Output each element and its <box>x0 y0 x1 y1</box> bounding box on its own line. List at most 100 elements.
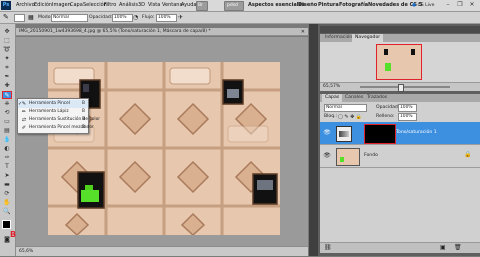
new-layer-icon[interactable]: ▣ <box>440 244 446 252</box>
layer-mask-thumbnail[interactable] <box>364 124 396 144</box>
visibility-eye-icon[interactable]: 👁 <box>323 129 331 137</box>
workspace-essentials[interactable]: Aspectos esenciales <box>248 2 305 9</box>
history-brush-tool-icon[interactable]: ⟲ <box>2 109 12 117</box>
layer-name[interactable]: Tono/saturación 1 <box>396 129 437 136</box>
path-select-tool-icon[interactable]: ➤ <box>2 172 12 180</box>
layers-tabs: Capas Canales Trazados <box>320 94 480 102</box>
flyout-item-pencil[interactable]: ✏ Herramienta Lápiz B <box>18 108 88 116</box>
opacity-input[interactable]: 100% <box>112 14 133 22</box>
layer-row-background[interactable]: 👁 Fondo 🔒 <box>320 145 480 168</box>
navigator-tabs: Información Navegador <box>320 34 480 42</box>
menu-ayuda[interactable]: Ayuda <box>181 2 196 9</box>
zoom-tool-icon[interactable]: 🔍 <box>2 208 12 216</box>
mode-select[interactable]: Normal <box>51 14 88 22</box>
menu-analisis[interactable]: Análisis <box>119 2 138 9</box>
tab-paths[interactable]: Trazados <box>364 94 390 102</box>
menu-edicion[interactable]: Edición <box>34 2 52 9</box>
bridge-button[interactable]: Br <box>196 1 208 11</box>
menu-archivo[interactable]: Archivo <box>16 2 35 9</box>
menu-capa[interactable]: Capa <box>70 2 83 9</box>
mode-label: Modo: <box>38 15 53 20</box>
restore-icon[interactable]: ❐ <box>456 1 464 9</box>
healing-tool-icon[interactable]: ✚ <box>2 82 12 90</box>
thumbnail-green-window <box>340 157 344 162</box>
crop-tool-icon[interactable]: ⌗ <box>2 64 12 72</box>
brush-tools-flyout: ✓ ✎ Herramienta Pincel B ✏ Herramienta L… <box>17 98 100 134</box>
cs-live-button[interactable]: ● CS Live <box>412 2 434 9</box>
lasso-tool-icon[interactable]: ➰ <box>2 46 12 54</box>
workspace-design[interactable]: Diseño <box>298 2 317 9</box>
navigator-thumbnail[interactable] <box>376 44 422 80</box>
flyout-item-brush[interactable]: ✓ ✎ Herramienta Pincel B <box>18 100 88 108</box>
pressure-opacity-icon[interactable]: ◔ <box>133 14 138 21</box>
gradient-tool-icon[interactable]: ▤ <box>2 127 12 135</box>
layer-row-adjustment[interactable]: 👁 Tono/saturación 1 <box>320 122 480 145</box>
brush-panel-icon[interactable]: ▦ <box>28 13 34 22</box>
workspace-photography[interactable]: Fotografía <box>339 2 368 9</box>
eyedropper-tool-icon[interactable]: ✒ <box>2 73 12 81</box>
shape-tool-icon[interactable]: ▬ <box>2 181 12 189</box>
workspace-switcher[interactable]: pdsd <box>224 1 244 11</box>
menu-3d[interactable]: 3D <box>138 2 145 9</box>
layer-name[interactable]: Fondo <box>364 152 378 159</box>
trash-icon[interactable]: 🗑 <box>454 244 462 252</box>
facade-illustration <box>48 62 280 235</box>
cs-live-icon: ● <box>412 3 417 8</box>
workspace-painting[interactable]: Pintura <box>318 2 339 9</box>
close-icon[interactable]: ✕ <box>468 1 476 9</box>
brush-icon: ✎ <box>21 101 27 107</box>
foreground-color-swatch[interactable] <box>2 220 11 229</box>
quick-select-tool-icon[interactable]: ✦ <box>2 55 12 63</box>
zoom-slider-thumb[interactable] <box>398 84 404 92</box>
color-replace-icon: ⇄ <box>21 117 27 123</box>
blend-mode-select[interactable]: Normal <box>324 104 367 112</box>
navigator-panel <box>320 42 480 82</box>
minimize-icon[interactable]: – <box>444 1 452 9</box>
thumbnail-window <box>411 49 415 55</box>
status-bar: 65,6% <box>16 246 308 256</box>
menu-ventana[interactable]: Ventana <box>162 2 183 9</box>
flow-label: Flujo: <box>142 15 155 20</box>
3d-rotate-tool-icon[interactable]: ⟳ <box>2 190 12 198</box>
close-document-icon[interactable]: ✕ <box>301 28 305 35</box>
blur-tool-icon[interactable]: 💧 <box>2 136 12 144</box>
tools-panel: ✥ ⬚ ➰ ✦ ⌗ ✒ ✚ ✎ ⎈ ⟲ ▭ ▤ 💧 ◐ ✑ T ➤ ▬ ⟳ ✋ … <box>0 24 16 256</box>
clone-stamp-tool-icon[interactable]: ⎈ <box>2 100 12 108</box>
lock-icons[interactable]: ▢ ✎ ✥ 🔒 <box>338 114 362 120</box>
thumbnail-window <box>384 49 388 55</box>
menu-vista[interactable]: Vista <box>148 2 160 9</box>
fill-input[interactable]: 100% <box>398 113 417 121</box>
flow-input[interactable]: 100% <box>156 14 177 22</box>
dodge-tool-icon[interactable]: ◐ <box>2 145 12 153</box>
menu-filtro[interactable]: Filtro <box>104 2 116 9</box>
flyout-item-color-replace[interactable]: ⇄ Herramienta Sustitución de color B <box>18 116 100 124</box>
layers-footer: ⛓ ▣ 🗑 <box>320 242 480 253</box>
navigator-zoom-value[interactable]: 65,57% <box>323 83 340 91</box>
brush-size-picker[interactable] <box>14 14 25 22</box>
brush-preset-icon[interactable]: ✎ <box>3 13 9 22</box>
airbrush-icon[interactable]: ✈ <box>178 14 183 21</box>
pen-tool-icon[interactable]: ✑ <box>2 154 12 162</box>
document-image[interactable] <box>48 62 280 235</box>
tab-info[interactable]: Información <box>322 34 355 42</box>
eraser-tool-icon[interactable]: ▭ <box>2 118 12 126</box>
type-tool-icon[interactable]: T <box>2 163 12 171</box>
options-bar: ✎ ▦ Modo: Normal Opacidad: 100% ◔ Flujo:… <box>0 12 480 24</box>
hand-tool-icon[interactable]: ✋ <box>2 199 12 207</box>
tab-channels[interactable]: Canales <box>342 94 366 102</box>
brush-tool-icon[interactable]: ✎ <box>2 91 12 99</box>
document-tab[interactable]: IMG_20150901_1w4393698_4.jpg @ 65,5% (To… <box>16 28 308 36</box>
zoom-slider[interactable] <box>360 86 450 88</box>
marquee-tool-icon[interactable]: ⬚ <box>2 37 12 45</box>
menu-imagen[interactable]: Imagen <box>52 2 71 9</box>
layer-opacity-input[interactable]: 100% <box>398 104 417 112</box>
flyout-item-mixer-brush[interactable]: ✐ Herramienta Pincel mezclador B <box>18 124 94 132</box>
tab-navigator[interactable]: Navegador <box>352 34 384 42</box>
opacity-label: Opacidad: <box>89 15 113 20</box>
zoom-status: 65,6% <box>19 249 34 254</box>
move-tool-icon[interactable]: ✥ <box>2 28 12 36</box>
menu-bar: Ps Archivo Edición Imagen Capa Selección… <box>0 0 480 12</box>
link-layers-icon[interactable]: ⛓ <box>324 244 332 252</box>
visibility-eye-icon[interactable]: 👁 <box>323 152 331 160</box>
tab-layers[interactable]: Capas <box>322 94 343 102</box>
